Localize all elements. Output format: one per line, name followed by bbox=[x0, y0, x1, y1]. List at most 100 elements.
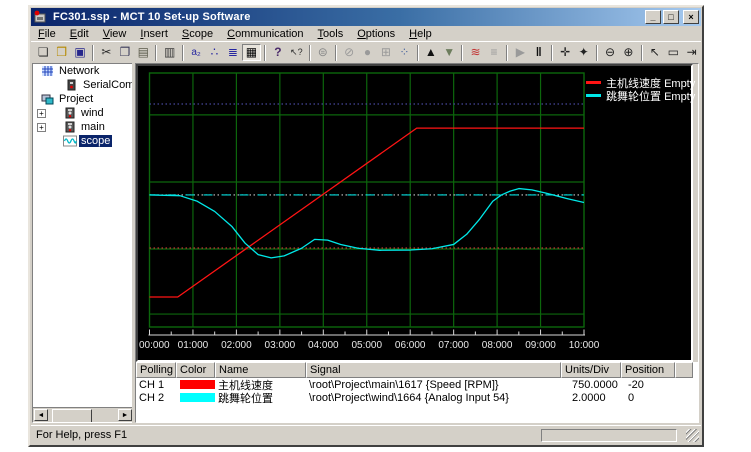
points-icon[interactable]: ∴ bbox=[205, 44, 223, 61]
drive-icon bbox=[63, 121, 76, 133]
menu-help[interactable]: Help bbox=[402, 27, 439, 41]
paste-icon[interactable]: ▤ bbox=[134, 44, 152, 61]
serial-device-icon bbox=[65, 79, 78, 91]
tree-item-label: SerialCom bbox=[81, 79, 134, 91]
project-icon bbox=[41, 93, 54, 105]
scope-legend: 主机线速度 Empty 跳舞轮位置 Empty bbox=[586, 76, 695, 102]
scope-waves-icon[interactable]: ≋ bbox=[466, 44, 484, 61]
toolbar-separator bbox=[417, 45, 419, 61]
tree-item-label: Network bbox=[57, 65, 101, 77]
ch1-position: -20 bbox=[621, 379, 675, 391]
copy-icon[interactable]: ❐ bbox=[116, 44, 134, 61]
scope-chart[interactable]: 00:00001:00002:00003:00004:00005:00006:0… bbox=[138, 66, 691, 360]
ch1-units-div: 750.0000 bbox=[561, 379, 621, 391]
menu-view[interactable]: View bbox=[96, 27, 134, 41]
new-icon[interactable]: ❏ bbox=[34, 44, 52, 61]
connect-icon[interactable]: ⊜ bbox=[314, 44, 332, 61]
ch2-name: 跳舞轮位置 bbox=[215, 390, 306, 406]
svg-text:05:000: 05:000 bbox=[351, 340, 382, 351]
tree-item-scope[interactable]: scope bbox=[33, 134, 133, 148]
app-icon bbox=[33, 10, 47, 24]
ch2-signal: \root\Project\wind\1664 {Analog Input 54… bbox=[306, 392, 561, 404]
menu-options[interactable]: Options bbox=[350, 27, 402, 41]
project-tree-panel: Network SerialCom Project + wind + bbox=[32, 63, 134, 423]
network-nodes-icon[interactable]: ⁘ bbox=[395, 44, 413, 61]
ch2-legend-label: 跳舞轮位置 bbox=[606, 91, 661, 103]
move-up-icon[interactable]: ▲ bbox=[422, 44, 440, 61]
close-button[interactable]: × bbox=[683, 10, 699, 24]
pointer-icon[interactable]: ↖ bbox=[646, 44, 664, 61]
toolbar-separator bbox=[335, 45, 337, 61]
play-icon[interactable]: ▶ bbox=[511, 44, 529, 61]
expand-plus-icon[interactable]: + bbox=[37, 109, 46, 118]
scope-right-margin bbox=[693, 64, 699, 362]
scroll-left-icon[interactable]: ◄ bbox=[34, 409, 48, 421]
status-help-text: For Help, press F1 bbox=[36, 429, 127, 441]
pause-icon[interactable]: ‖ bbox=[530, 44, 548, 61]
tree-item-project[interactable]: Project bbox=[33, 92, 133, 106]
header-color[interactable]: Color bbox=[176, 362, 215, 378]
cursor-star-icon[interactable]: ✦ bbox=[574, 44, 592, 61]
title-bar[interactable]: FC301.ssp - MCT 10 Set-up Software _ □ × bbox=[31, 8, 701, 26]
menu-edit[interactable]: Edit bbox=[63, 27, 96, 41]
list-view-icon[interactable]: ≣ bbox=[224, 44, 242, 61]
scrollbar-thumb[interactable] bbox=[52, 409, 92, 423]
scope-plot-area[interactable]: 00:00001:00002:00003:00004:00005:00006:0… bbox=[136, 64, 693, 362]
toolbar-separator bbox=[461, 45, 463, 61]
toolbar-separator bbox=[264, 45, 266, 61]
expand-plus-icon[interactable]: + bbox=[37, 123, 46, 132]
svg-text:10:000: 10:000 bbox=[569, 340, 600, 351]
toolbar-separator bbox=[92, 45, 94, 61]
app-window: FC301.ssp - MCT 10 Set-up Software _ □ ×… bbox=[28, 5, 704, 447]
context-help-icon[interactable]: ↖? bbox=[287, 44, 305, 61]
zoom-out-icon[interactable]: ⊖ bbox=[601, 44, 619, 61]
menu-file[interactable]: File bbox=[31, 27, 63, 41]
toolbar-separator bbox=[506, 45, 508, 61]
header-polling[interactable]: Polling bbox=[136, 362, 176, 378]
ch2-legend-status: Empty bbox=[664, 91, 695, 103]
cut-icon[interactable]: ✂ bbox=[97, 44, 115, 61]
header-signal[interactable]: Signal bbox=[306, 362, 561, 378]
ch2-color-swatch bbox=[586, 94, 601, 97]
tree-item-serialcom[interactable]: SerialCom bbox=[33, 78, 133, 92]
step-right-icon[interactable]: ⇥ bbox=[682, 44, 700, 61]
tree-horizontal-scrollbar[interactable]: ◄ ► bbox=[33, 407, 133, 422]
stop-icon[interactable]: ⊘ bbox=[340, 44, 358, 61]
tree-item-wind[interactable]: + wind bbox=[33, 106, 133, 120]
header-position[interactable]: Position bbox=[621, 362, 675, 378]
scroll-right-icon[interactable]: ► bbox=[118, 409, 132, 421]
help-icon[interactable]: ? bbox=[269, 44, 287, 61]
record-icon[interactable]: ● bbox=[358, 44, 376, 61]
pan-icon[interactable]: ✛ bbox=[556, 44, 574, 61]
registers-icon[interactable]: a₂ bbox=[187, 44, 205, 61]
toolbar: ❏ ❒ ▣ ✂ ❐ ▤ ▥ a₂ ∴ ≣ ▦ ? ↖? ⊜ ⊘ ● ⊞ ⁘ ▲ … bbox=[31, 41, 701, 63]
maximize-button[interactable]: □ bbox=[663, 10, 679, 24]
tree-item-label: main bbox=[79, 121, 107, 133]
tree-item-label: scope bbox=[79, 135, 112, 147]
table-row-ch2[interactable]: CH 2 跳舞轮位置 \root\Project\wind\1664 {Anal… bbox=[136, 391, 693, 404]
status-pane bbox=[541, 429, 677, 442]
header-units-div[interactable]: Units/Div bbox=[561, 362, 621, 378]
read-drive-icon[interactable]: ⊞ bbox=[377, 44, 395, 61]
zoom-in-icon[interactable]: ⊕ bbox=[619, 44, 637, 61]
menu-insert[interactable]: Insert bbox=[133, 27, 175, 41]
move-down-icon[interactable]: ▼ bbox=[440, 44, 458, 61]
menu-scope[interactable]: Scope bbox=[175, 27, 220, 41]
select-rect-icon[interactable]: ▭ bbox=[664, 44, 682, 61]
toolbar-separator bbox=[596, 45, 598, 61]
resize-grip-icon[interactable] bbox=[686, 429, 699, 442]
tree-item-network[interactable]: Network bbox=[33, 64, 133, 78]
menu-communication[interactable]: Communication bbox=[220, 27, 310, 41]
flat-lines-icon[interactable]: ≡ bbox=[485, 44, 503, 61]
open-icon[interactable]: ❒ bbox=[52, 44, 70, 61]
ch2-color-bar bbox=[180, 393, 215, 402]
minimize-button[interactable]: _ bbox=[645, 10, 661, 24]
drive-icon bbox=[63, 107, 76, 119]
save-icon[interactable]: ▣ bbox=[71, 44, 89, 61]
menu-tools[interactable]: Tools bbox=[311, 27, 351, 41]
grid-view-icon[interactable]: ▦ bbox=[242, 44, 261, 61]
ch2-position: 0 bbox=[621, 392, 675, 404]
print-icon[interactable]: ▥ bbox=[160, 44, 178, 61]
tree-item-main[interactable]: + main bbox=[33, 120, 133, 134]
toolbar-separator bbox=[182, 45, 184, 61]
